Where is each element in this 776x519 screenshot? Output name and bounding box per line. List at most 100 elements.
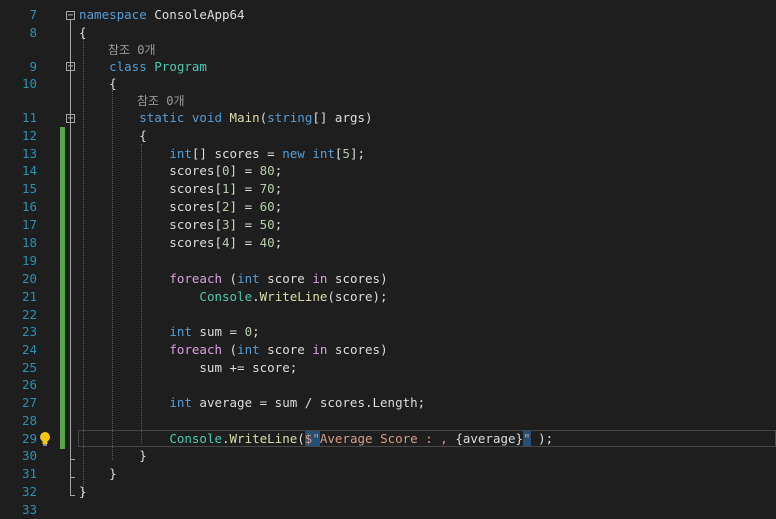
line-number: 17	[21, 217, 37, 232]
code-line[interactable]: 9 class Program	[0, 58, 776, 76]
code-text[interactable]: namespace ConsoleApp64	[79, 6, 245, 24]
code-token: ;	[274, 181, 283, 196]
code-token: 3	[222, 217, 230, 232]
codelens-references[interactable]: 참조 0개	[0, 41, 776, 59]
code-line[interactable]: 25 sum += score;	[0, 359, 776, 377]
code-editor[interactable]: − − − 7 namespace ConsoleApp64 8{참조 0개 9 cl…	[0, 0, 776, 517]
line-number: 16	[21, 199, 37, 214]
code-token: (score);	[327, 289, 388, 304]
code-text[interactable]: {	[79, 75, 117, 93]
line-number: 7	[29, 7, 37, 22]
code-line[interactable]: 16 scores[2] = 60;	[0, 198, 776, 216]
code-line[interactable]: 13 int[] scores = new int[5];	[0, 145, 776, 163]
code-token: 5	[342, 146, 350, 161]
line-number: 26	[21, 377, 37, 392]
code-token: Main	[229, 110, 260, 125]
code-token: [] args)	[312, 110, 373, 125]
code-text[interactable]: foreach (int score in scores)	[79, 341, 388, 359]
code-text[interactable]: }	[79, 483, 87, 501]
code-line[interactable]: 17 scores[3] = 50;	[0, 216, 776, 234]
codelens-references[interactable]: 참조 0개	[0, 92, 776, 110]
code-text[interactable]: sum += score;	[79, 359, 297, 377]
code-token: ] =	[229, 181, 260, 196]
code-text[interactable]: class Program	[79, 58, 207, 76]
code-line[interactable]: 29 Console.WriteLine($"Average Score : ,…	[0, 430, 776, 448]
code-token: }	[79, 484, 87, 499]
code-line[interactable]: 28	[0, 412, 776, 430]
code-text[interactable]: scores[4] = 40;	[79, 234, 282, 252]
code-token: Console	[199, 289, 253, 304]
code-line[interactable]: 27 int average = sum / scores.Length;	[0, 394, 776, 412]
code-token: 60	[259, 199, 275, 214]
code-text[interactable]: }	[79, 465, 117, 483]
code-token: .	[222, 431, 230, 446]
code-token: Average Score : ,	[319, 431, 456, 446]
code-token: scores[	[79, 235, 222, 250]
line-number: 19	[21, 253, 37, 268]
code-token: WriteLine	[229, 431, 298, 446]
code-text[interactable]: }	[79, 447, 147, 465]
code-token: "	[523, 431, 531, 446]
code-token: 0	[222, 163, 230, 178]
code-line[interactable]: 33	[0, 501, 776, 519]
code-text[interactable]: {	[79, 24, 87, 42]
code-line[interactable]: 22	[0, 306, 776, 324]
codelens-label[interactable]: 참조 0개	[137, 92, 185, 110]
code-token: (	[297, 431, 305, 446]
code-token: Program	[154, 59, 207, 74]
line-number: 27	[21, 395, 37, 410]
code-token: .	[252, 289, 260, 304]
code-line[interactable]: 19	[0, 252, 776, 270]
code-line[interactable]: 30 }	[0, 447, 776, 465]
code-text[interactable]: {	[79, 127, 147, 145]
code-line[interactable]: 11 static void Main(string[] args)	[0, 109, 776, 127]
code-line[interactable]: 14 scores[0] = 80;	[0, 162, 776, 180]
code-line[interactable]: 26	[0, 376, 776, 394]
code-text[interactable]: Console.WriteLine($"Average Score : , {a…	[79, 430, 553, 448]
code-line[interactable]: 31 }	[0, 465, 776, 483]
code-text[interactable]: scores[0] = 80;	[79, 162, 282, 180]
code-text[interactable]: scores[2] = 60;	[79, 198, 282, 216]
code-token: Console	[169, 431, 222, 446]
code-text[interactable]: scores[1] = 70;	[79, 180, 282, 198]
line-number: 18	[21, 235, 37, 250]
code-line[interactable]: 32}	[0, 483, 776, 501]
line-number: 13	[21, 146, 37, 161]
code-token: {	[79, 128, 147, 143]
code-text[interactable]: int[] scores = new int[5];	[79, 145, 365, 163]
code-text[interactable]: scores[3] = 50;	[79, 216, 282, 234]
code-line[interactable]: 18 scores[4] = 40;	[0, 234, 776, 252]
code-token: ;	[274, 235, 283, 250]
code-token: 2	[222, 199, 230, 214]
code-line[interactable]: 7 namespace ConsoleApp64	[0, 6, 776, 24]
line-number: 9	[29, 59, 37, 74]
code-token: new	[282, 146, 305, 161]
code-token: {	[79, 25, 87, 40]
code-token: 40	[259, 235, 275, 250]
code-token: int	[237, 342, 260, 357]
code-token: scores)	[327, 342, 388, 357]
code-token: {	[79, 76, 117, 91]
code-text[interactable]: int average = sum / scores.Length;	[79, 394, 425, 412]
code-text[interactable]: static void Main(string[] args)	[79, 109, 373, 127]
code-line[interactable]: 24 foreach (int score in scores)	[0, 341, 776, 359]
code-token: scores[	[79, 199, 222, 214]
code-text[interactable]: int sum = 0;	[79, 323, 259, 341]
code-line[interactable]: 20 foreach (int score in scores)	[0, 270, 776, 288]
code-line[interactable]: 10 {	[0, 75, 776, 93]
code-line[interactable]: 15 scores[1] = 70;	[0, 180, 776, 198]
code-text[interactable]: foreach (int score in scores)	[79, 270, 387, 288]
code-token: }	[79, 448, 147, 463]
code-line[interactable]: 23 int sum = 0;	[0, 323, 776, 341]
code-token: string	[267, 110, 313, 125]
code-token: ;	[274, 217, 283, 232]
code-line[interactable]: 12 {	[0, 127, 776, 145]
code-line[interactable]: 21 Console.WriteLine(score);	[0, 288, 776, 306]
code-text[interactable]: Console.WriteLine(score);	[79, 288, 388, 306]
code-token: ] =	[229, 235, 260, 250]
code-token: 50	[259, 217, 275, 232]
codelens-label[interactable]: 참조 0개	[108, 41, 156, 59]
code-line[interactable]: 8{	[0, 24, 776, 42]
